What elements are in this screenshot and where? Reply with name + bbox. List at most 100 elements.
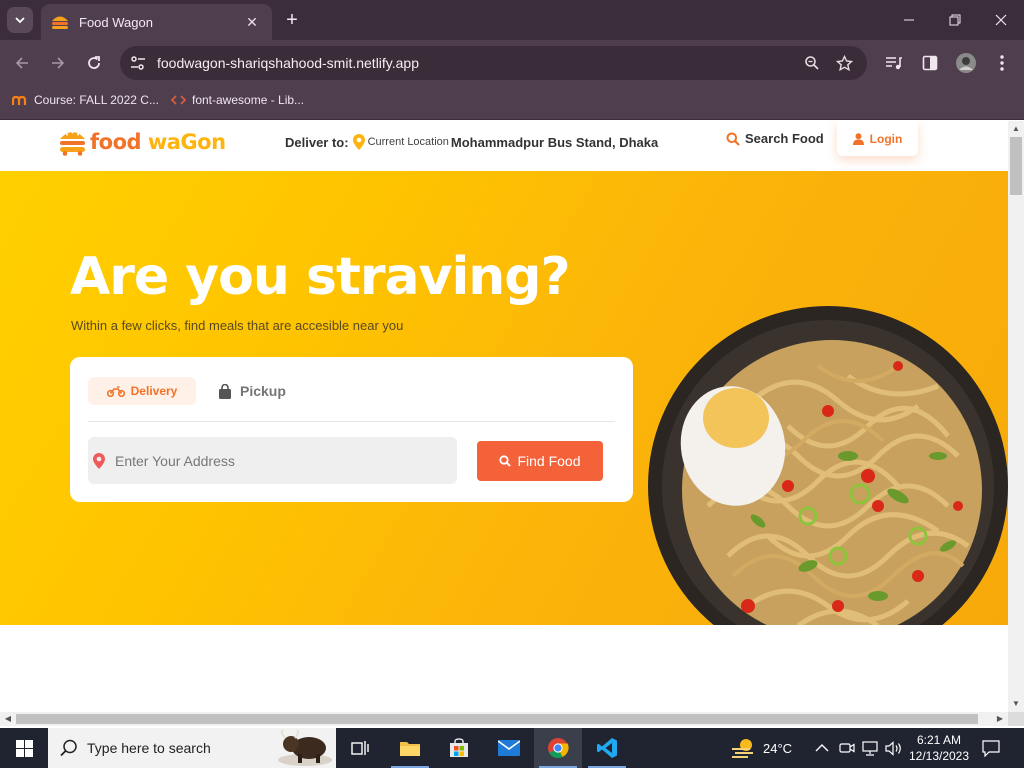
vertical-scroll-thumb[interactable] [1010, 137, 1022, 195]
file-explorer-button[interactable] [386, 728, 434, 768]
speaker-icon [885, 740, 901, 756]
browser-tab[interactable]: Food Wagon ✕ [41, 4, 272, 40]
show-hidden-icons-button[interactable] [815, 728, 829, 768]
clock-time: 6:21 AM [916, 733, 962, 747]
search-food-label: Search Food [745, 131, 824, 146]
browser-toolbar: foodwagon-shariqshahood-smit.netlify.app [0, 40, 1024, 86]
weather-widget[interactable]: 24°C [730, 728, 792, 768]
card-divider [88, 421, 615, 422]
close-window-button[interactable] [978, 6, 1024, 34]
search-card: Delivery Pickup Find Food [70, 357, 633, 502]
horizontal-scrollbar[interactable]: ◀ ▶ [0, 712, 1008, 726]
notification-icon [982, 739, 1000, 757]
side-panel-icon[interactable] [918, 51, 942, 75]
tab-delivery-label: Delivery [130, 384, 178, 398]
location-pin-icon [352, 134, 365, 150]
chevron-up-icon [815, 744, 829, 752]
zoom-icon[interactable] [802, 53, 822, 73]
site-settings-icon[interactable] [129, 54, 147, 72]
hero-section: Are you straving? Within a few clicks, f… [0, 171, 1008, 625]
deliver-label: Deliver to: [285, 134, 349, 150]
network-button[interactable] [862, 728, 880, 768]
profile-avatar[interactable] [954, 51, 978, 75]
minimize-icon [904, 19, 914, 21]
mail-button[interactable] [485, 728, 533, 768]
scrollbar-corner [1008, 712, 1024, 726]
moodle-icon [12, 94, 28, 106]
burger-favicon-icon [52, 16, 68, 29]
code-icon [171, 94, 186, 106]
scroll-up-arrow-icon[interactable]: ▲ [1008, 121, 1024, 137]
tab-pickup[interactable]: Pickup [218, 377, 286, 405]
tab-delivery[interactable]: Delivery [88, 377, 196, 405]
forward-button[interactable] [44, 49, 72, 77]
vertical-scrollbar[interactable]: ▲ ▼ [1008, 121, 1024, 712]
search-food-link[interactable]: Search Food [726, 131, 824, 146]
address-input[interactable] [115, 437, 450, 484]
meet-now-button[interactable] [839, 728, 855, 768]
back-button[interactable] [8, 49, 36, 77]
delivery-address[interactable]: Mohammadpur Bus Stand, Dhaka [451, 135, 658, 150]
windows-taskbar: Type here to search 24°C 6:21 AM 12/13/2… [0, 728, 1024, 768]
location-pin-icon [93, 453, 105, 469]
media-controls-icon[interactable] [882, 51, 906, 75]
hero-title: Are you straving? [70, 247, 571, 307]
shopping-bag-icon [218, 383, 232, 399]
find-food-button[interactable]: Find Food [477, 441, 603, 481]
horizontal-scroll-thumb[interactable] [16, 714, 978, 724]
clock-date: 12/13/2023 [908, 749, 970, 763]
close-tab-icon[interactable]: ✕ [242, 12, 262, 32]
restore-button[interactable] [932, 6, 978, 34]
notifications-button[interactable] [982, 728, 1000, 768]
minimize-button[interactable] [886, 6, 932, 34]
find-food-label: Find Food [517, 453, 581, 469]
taskbar-search[interactable]: Type here to search [48, 728, 336, 768]
vscode-icon [597, 738, 617, 758]
deliver-to: Deliver to: Current Location Mohammadpur… [285, 134, 658, 150]
folder-icon [400, 742, 420, 756]
noodle-bowl-image [648, 306, 1008, 625]
volume-button[interactable] [885, 728, 903, 768]
start-button[interactable] [0, 728, 48, 768]
clock[interactable]: 6:21 AM 12/13/2023 [906, 732, 972, 764]
camera-icon [839, 743, 855, 753]
logo[interactable]: food waGon [59, 128, 226, 156]
current-location-label: Current Location [367, 136, 449, 148]
logo-text: food waGon [90, 130, 226, 154]
kebab-menu-icon[interactable] [990, 51, 1014, 75]
site-header: food waGon Deliver to: Current Location … [0, 121, 1008, 171]
task-view-button[interactable] [336, 728, 384, 768]
weather-sun-haze-icon [732, 739, 753, 758]
url-text: foodwagon-shariqshahood-smit.netlify.app [157, 55, 420, 71]
temperature-label: 24°C [763, 740, 793, 756]
taskbar-search-placeholder: Type here to search [87, 740, 211, 756]
tab-search-button[interactable] [7, 7, 33, 33]
bookmark-star-icon[interactable] [834, 53, 854, 73]
close-icon [995, 14, 1007, 26]
reload-button[interactable] [80, 49, 108, 77]
yak-illustration-icon [278, 730, 332, 766]
scroll-down-arrow-icon[interactable]: ▼ [1008, 696, 1024, 712]
microsoft-store-button[interactable] [435, 728, 483, 768]
tab-pickup-label: Pickup [240, 383, 286, 399]
hero-subtitle: Within a few clicks, find meals that are… [71, 318, 404, 333]
windows-logo-icon [15, 739, 33, 757]
bookmark-font-awesome[interactable]: font-awesome - Lib... [171, 86, 304, 114]
vscode-button[interactable] [583, 728, 631, 768]
bookmark-label: Course: FALL 2022 C... [34, 93, 159, 107]
scroll-left-arrow-icon[interactable]: ◀ [0, 712, 16, 726]
logo-word-wagon: waGon [147, 130, 226, 154]
login-label: Login [869, 131, 903, 146]
chrome-button[interactable] [534, 728, 582, 768]
address-bar[interactable]: foodwagon-shariqshahood-smit.netlify.app [120, 46, 867, 80]
search-icon [499, 455, 512, 467]
mail-icon [498, 740, 520, 756]
search-icon [726, 132, 740, 146]
new-tab-button[interactable]: + [281, 9, 303, 31]
chrome-icon [548, 738, 569, 758]
user-icon [852, 132, 864, 145]
arrow-left-icon [15, 57, 28, 69]
scroll-right-arrow-icon[interactable]: ▶ [992, 712, 1008, 726]
bookmark-course[interactable]: Course: FALL 2022 C... [12, 86, 159, 114]
login-button[interactable]: Login [837, 121, 918, 156]
